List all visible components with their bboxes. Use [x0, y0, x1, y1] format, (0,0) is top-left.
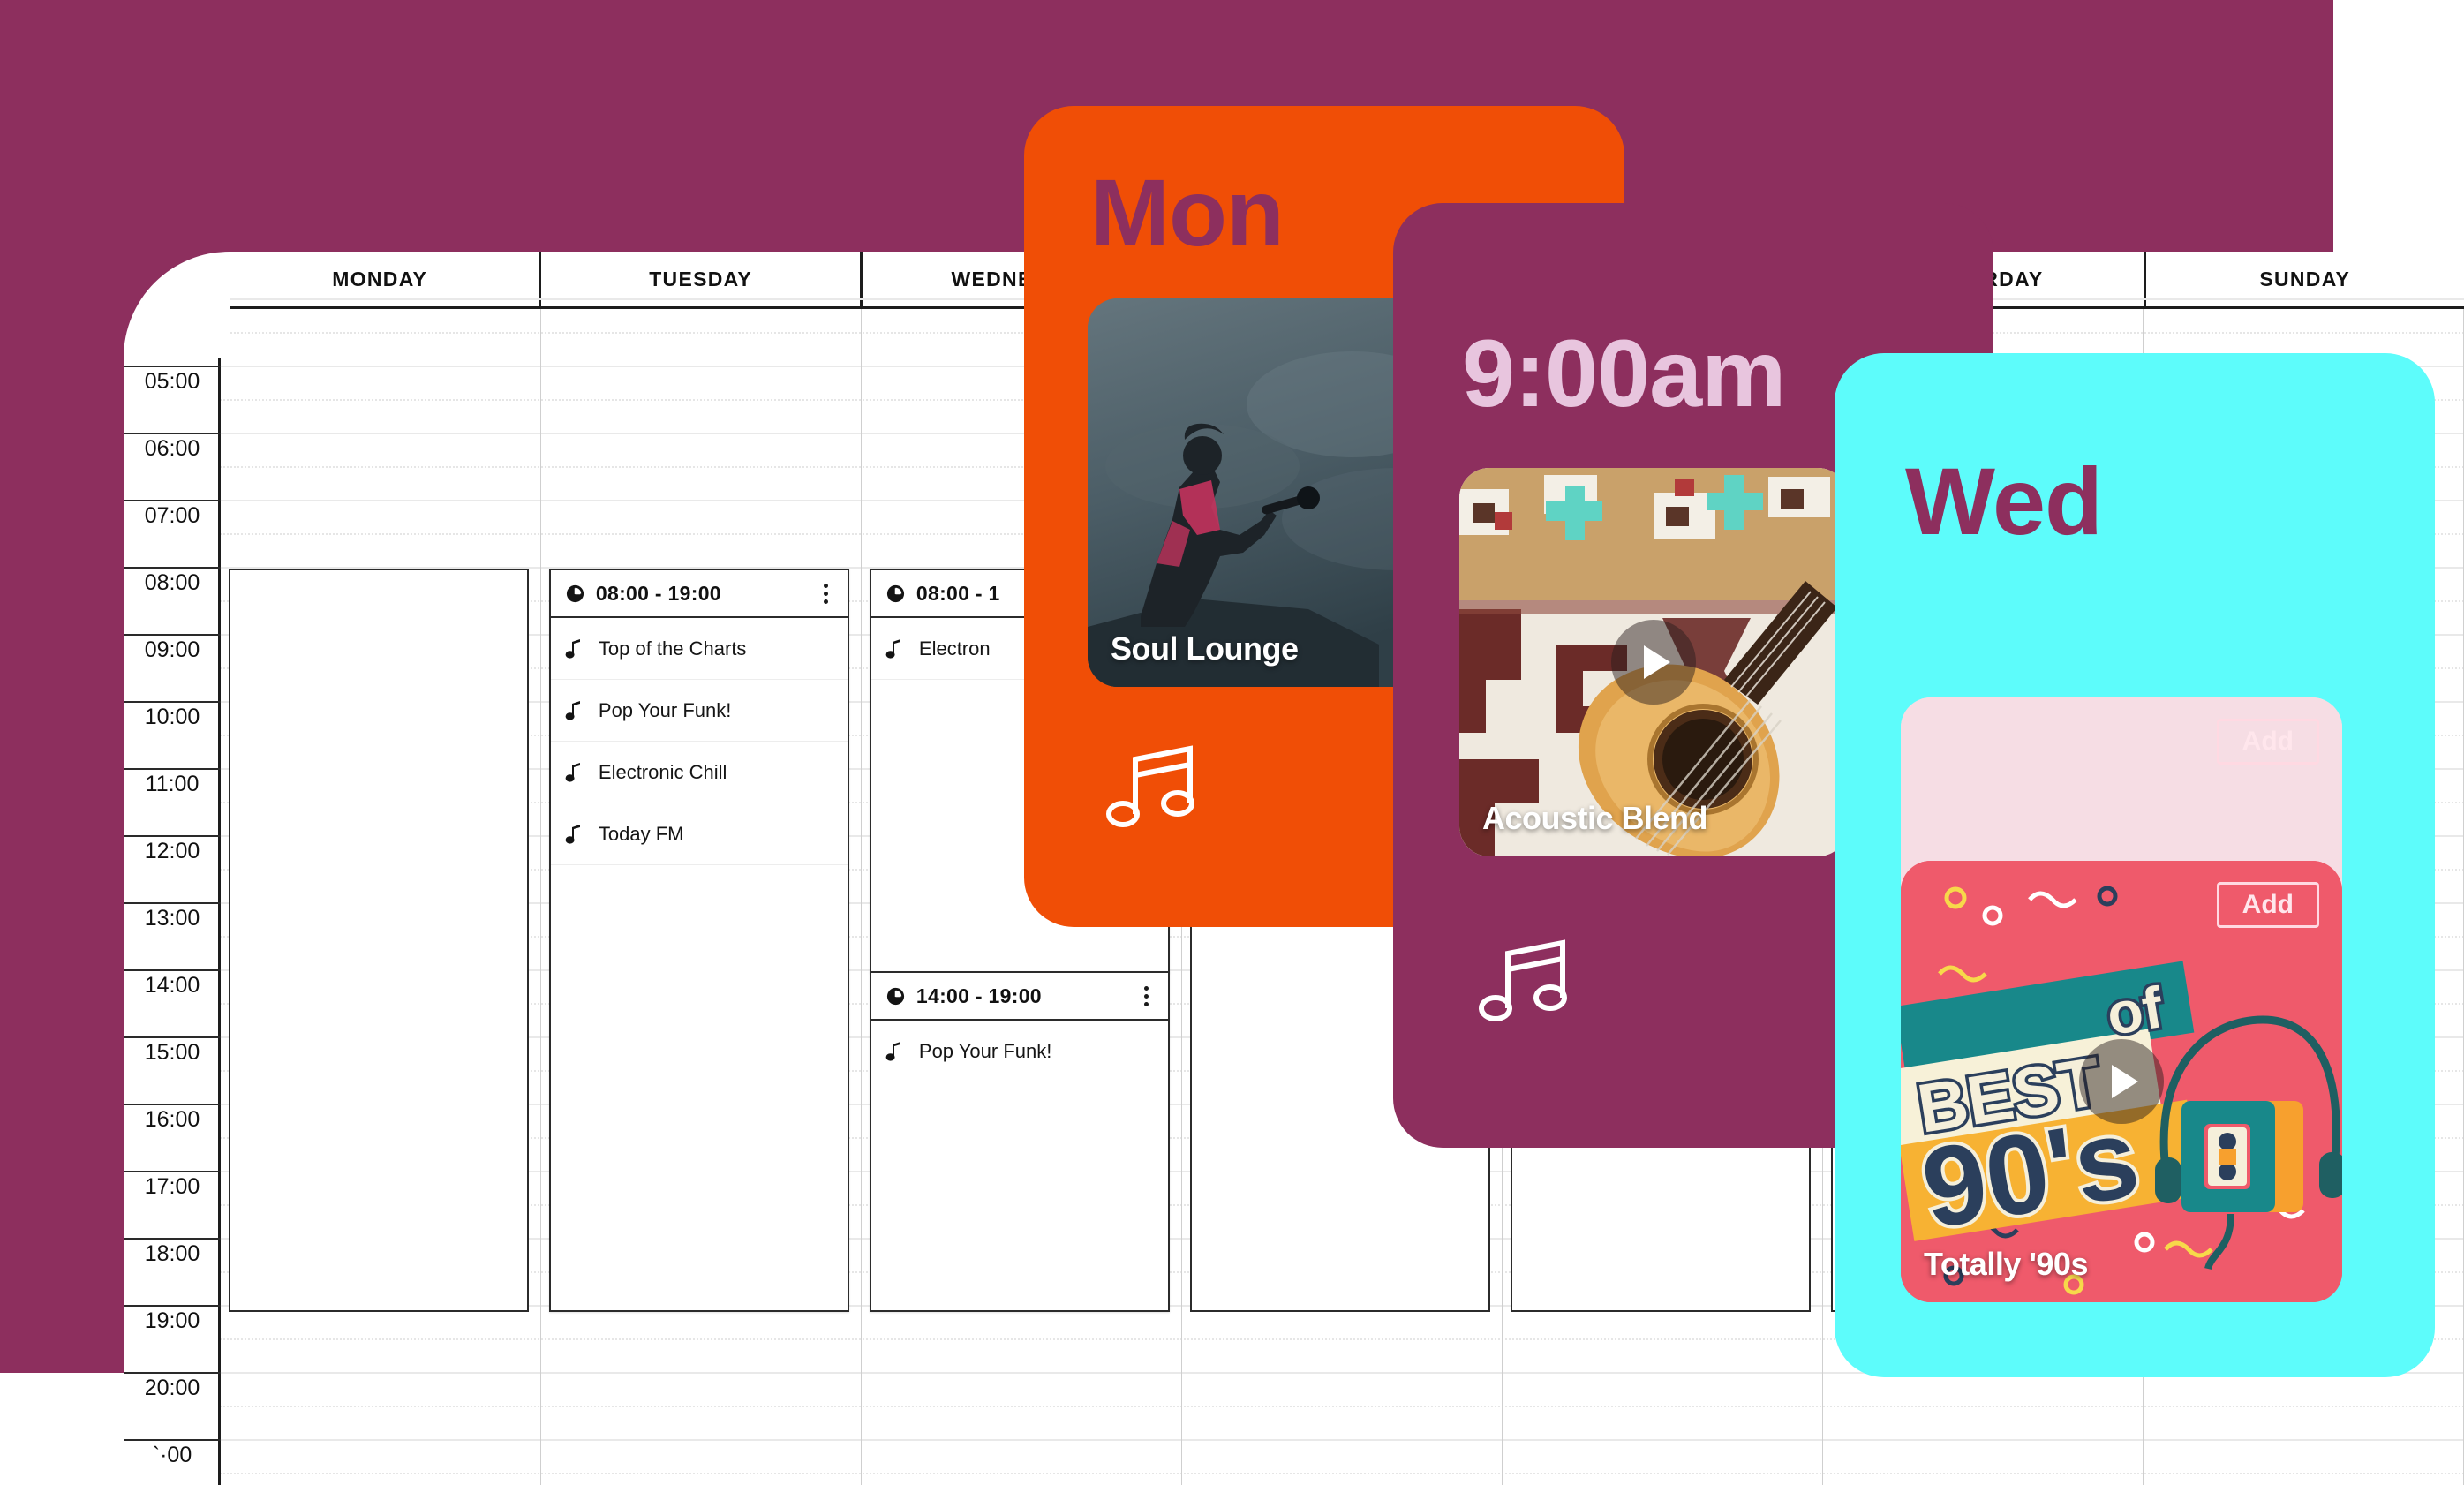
time-label: 06:00: [124, 433, 221, 500]
time-label: 12:00: [124, 835, 221, 902]
feature-card-mon-title: Mon: [1090, 159, 1285, 266]
playlist-tile-caption: Totally '90s: [1924, 1246, 2088, 1282]
music-notes-icon: [1102, 742, 1206, 830]
event-time-range: 08:00 - 19:00: [595, 581, 721, 605]
music-note-icon: [565, 700, 583, 721]
feature-card-wed[interactable]: Wed Add BEST of 90's Add Totally '90s: [1835, 353, 2435, 1377]
event-track-label: Electron: [918, 637, 991, 660]
playlist-tile-caption: Soul Lounge: [1111, 630, 1299, 667]
time-label: 20:00: [124, 1372, 221, 1439]
event-track-row[interactable]: Pop Your Funk!: [870, 1021, 1169, 1082]
music-note-icon: [885, 638, 903, 660]
event-header: 08:00 - 19:00: [550, 570, 848, 618]
time-label: 11:00: [124, 768, 221, 835]
feature-card-time-title: 9:00am: [1462, 320, 1786, 426]
kebab-menu-icon[interactable]: [818, 580, 833, 607]
time-label: 07:00: [124, 500, 221, 567]
calendar-empty-block-monday[interactable]: [228, 569, 530, 1312]
playlist-tile-acoustic-blend[interactable]: Acoustic Blend: [1459, 468, 1848, 856]
event-header: 14:00 - 19:00: [870, 973, 1169, 1021]
time-label: 17:00: [124, 1171, 221, 1238]
calendar-event-wednesday-afternoon[interactable]: 14:00 - 19:00 Pop Your Funk!: [869, 971, 1171, 1312]
event-track-label: Electronic Chill: [598, 760, 727, 783]
event-track-list: Pop Your Funk!: [870, 1021, 1169, 1082]
event-track-list: Top of the Charts Pop Your Funk! Electroni…: [550, 618, 848, 865]
calendar-event-tuesday-morning[interactable]: 08:00 - 19:00 Top of the Charts Pop Your F…: [548, 569, 850, 1312]
time-label: 13:00: [124, 902, 221, 969]
play-icon[interactable]: [1611, 620, 1696, 705]
music-notes-icon: [1474, 936, 1579, 1024]
music-note-icon: [565, 638, 583, 660]
music-note-icon: [565, 824, 583, 845]
time-label: 08:00: [124, 567, 221, 634]
playlist-tile-totally-90s[interactable]: BEST of 90's Add Totally '90s: [1901, 861, 2342, 1302]
event-track-row[interactable]: Today FM: [550, 803, 848, 865]
event-time-range: 08:00 - 1: [916, 581, 1000, 605]
music-note-icon: [565, 762, 583, 783]
event-time-range: 14:00 - 19:00: [916, 984, 1042, 1007]
event-track-row[interactable]: Electronic Chill: [550, 742, 848, 803]
clock-icon: [885, 584, 906, 604]
event-track-label: Top of the Charts: [598, 637, 747, 660]
add-button[interactable]: Add: [2216, 882, 2319, 928]
play-icon[interactable]: [2079, 1039, 2164, 1124]
add-button[interactable]: Add: [2216, 719, 2319, 765]
svg-text:of: of: [2102, 974, 2167, 1047]
time-label: 14:00: [124, 969, 221, 1036]
time-label: 19:00: [124, 1305, 221, 1372]
time-label: 05:00: [124, 366, 221, 433]
playlist-tile-caption: Acoustic Blend: [1482, 800, 1708, 836]
event-track-row[interactable]: Top of the Charts: [550, 618, 848, 680]
clock-icon: [885, 986, 906, 1006]
time-label: 15:00: [124, 1036, 221, 1104]
calendar-corner-notch: [124, 252, 230, 358]
time-label: 09:00: [124, 634, 221, 701]
screenshot-root: MONDAY TUESDAY WEDNESDAY THURSDAY FRIDAY…: [0, 0, 2464, 1485]
time-label: 10:00: [124, 701, 221, 768]
event-track-label: Pop Your Funk!: [918, 1039, 1052, 1062]
time-label: `·00: [124, 1439, 221, 1485]
music-note-icon: [885, 1041, 903, 1062]
time-label: 18:00: [124, 1238, 221, 1305]
time-axis-column: 04:0005:0006:0007:0008:0009:0010:0011:00…: [124, 298, 221, 1485]
event-track-row[interactable]: Pop Your Funk!: [550, 680, 848, 742]
clock-icon: [565, 584, 585, 604]
feature-card-wed-title: Wed: [1905, 448, 2103, 554]
time-label: 16:00: [124, 1104, 221, 1171]
kebab-menu-icon[interactable]: [1139, 983, 1154, 1010]
event-track-label: Today FM: [598, 822, 684, 845]
event-track-label: Pop Your Funk!: [598, 698, 732, 721]
